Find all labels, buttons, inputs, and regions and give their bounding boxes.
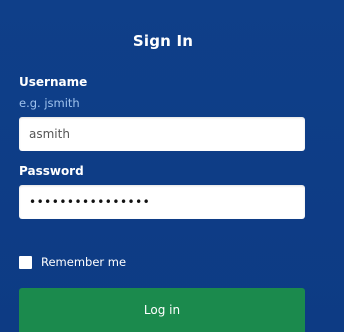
password-input[interactable] [19,185,305,219]
username-input[interactable] [19,117,305,151]
username-label: Username [19,75,88,89]
password-label: Password [19,164,84,178]
remember-me-row[interactable]: Remember me [19,254,126,270]
password-field-container [19,185,305,219]
login-button[interactable]: Log in [19,288,305,332]
remember-me-label[interactable]: Remember me [41,255,126,269]
page-title: Sign In [132,32,194,50]
username-hint: e.g. jsmith [19,96,80,110]
sign-in-panel: Sign In Username e.g. jsmith Password Re… [0,0,344,332]
remember-me-checkbox[interactable] [19,255,32,269]
username-field-container [19,117,305,151]
